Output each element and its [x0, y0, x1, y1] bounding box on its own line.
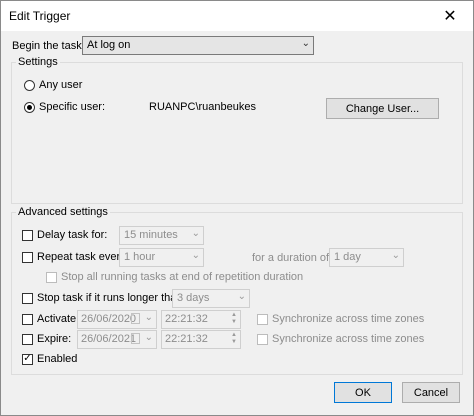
- calendar-icon: [131, 333, 140, 344]
- specific-user-radio[interactable]: [24, 102, 35, 113]
- begin-task-dropdown[interactable]: At log on ⌄: [82, 36, 314, 55]
- delay-task-label: Delay task for:: [37, 229, 108, 241]
- sync-activate-checkbox[interactable]: [257, 314, 268, 325]
- any-user-label: Any user: [39, 79, 83, 91]
- repeat-task-label: Repeat task every:: [37, 251, 129, 263]
- window-title: Edit Trigger: [9, 9, 71, 23]
- calendar-icon: [131, 313, 140, 324]
- change-user-button[interactable]: Change User...: [326, 98, 439, 119]
- settings-legend: Settings: [16, 56, 60, 68]
- begin-task-value: At log on: [87, 39, 131, 51]
- activate-checkbox[interactable]: [22, 314, 33, 325]
- title-bar: Edit Trigger ✕: [1, 1, 473, 31]
- repeat-task-value: 1 hour: [124, 251, 156, 263]
- cancel-button[interactable]: Cancel: [402, 382, 460, 403]
- stop-longer-label: Stop task if it runs longer than:: [37, 292, 186, 304]
- expire-date-picker[interactable]: 26/06/2021 ⌄: [77, 330, 157, 349]
- ok-label: OK: [355, 386, 371, 399]
- chevron-down-icon: ⌄: [191, 250, 200, 261]
- any-user-radio[interactable]: [24, 80, 35, 91]
- edit-trigger-dialog: Edit Trigger ✕ Begin the task: At log on…: [0, 0, 474, 416]
- stop-running-tasks-label: Stop all running tasks at end of repetit…: [61, 271, 304, 283]
- delay-task-checkbox[interactable]: [22, 230, 33, 241]
- activate-date-picker[interactable]: 26/06/2020 ⌄: [77, 310, 157, 329]
- close-icon: ✕: [443, 8, 457, 25]
- sync-expire-checkbox[interactable]: [257, 334, 268, 345]
- expire-time-value: 22:21:32: [165, 333, 208, 345]
- repeat-task-checkbox[interactable]: [22, 252, 33, 263]
- stop-longer-dropdown[interactable]: 3 days ⌄: [172, 289, 250, 308]
- checkmark-icon: ✓: [23, 353, 32, 364]
- duration-dropdown[interactable]: 1 day ⌄: [329, 248, 404, 267]
- enabled-checkbox[interactable]: ✓: [22, 354, 33, 365]
- ok-button[interactable]: OK: [334, 382, 392, 403]
- activate-label: Activate:: [37, 313, 80, 325]
- close-button[interactable]: ✕: [427, 1, 473, 31]
- advanced-settings-legend: Advanced settings: [16, 206, 110, 218]
- activate-date-value: 26/06/2020: [81, 313, 137, 325]
- spinner-icon[interactable]: ▲ ▼: [229, 332, 239, 346]
- chevron-down-icon: ⌄: [191, 228, 200, 239]
- expire-checkbox[interactable]: [22, 334, 33, 345]
- duration-label: for a duration of:: [252, 252, 333, 264]
- repeat-task-dropdown[interactable]: 1 hour ⌄: [119, 248, 204, 267]
- chevron-down-icon: ⌄: [144, 312, 153, 323]
- delay-task-value: 15 minutes: [124, 229, 178, 241]
- delay-task-dropdown[interactable]: 15 minutes ⌄: [119, 226, 204, 245]
- spinner-icon[interactable]: ▲ ▼: [229, 312, 239, 326]
- chevron-down-icon: ⌄: [144, 332, 153, 343]
- enabled-label: Enabled: [37, 353, 78, 365]
- sync-activate-label: Synchronize across time zones: [272, 313, 425, 325]
- sync-expire-label: Synchronize across time zones: [272, 333, 425, 345]
- begin-task-label: Begin the task:: [12, 40, 85, 52]
- activate-time-value: 22:21:32: [165, 313, 208, 325]
- chevron-down-icon: ⌄: [237, 291, 246, 302]
- stop-longer-checkbox[interactable]: [22, 293, 33, 304]
- cancel-label: Cancel: [413, 386, 449, 399]
- activate-time-field[interactable]: 22:21:32 ▲ ▼: [161, 310, 241, 329]
- expire-date-value: 26/06/2021: [81, 333, 137, 345]
- change-user-label: Change User...: [345, 102, 420, 115]
- chevron-down-icon: ⌄: [301, 38, 310, 49]
- stop-running-tasks-checkbox[interactable]: [46, 272, 57, 283]
- stop-longer-value: 3 days: [177, 292, 210, 304]
- expire-label: Expire:: [37, 333, 72, 345]
- specific-user-label: Specific user:: [39, 101, 106, 113]
- specific-user-value: RUANPC\ruanbeukes: [149, 101, 256, 113]
- expire-time-field[interactable]: 22:21:32 ▲ ▼: [161, 330, 241, 349]
- chevron-down-icon: ⌄: [391, 250, 400, 261]
- duration-value: 1 day: [334, 251, 361, 263]
